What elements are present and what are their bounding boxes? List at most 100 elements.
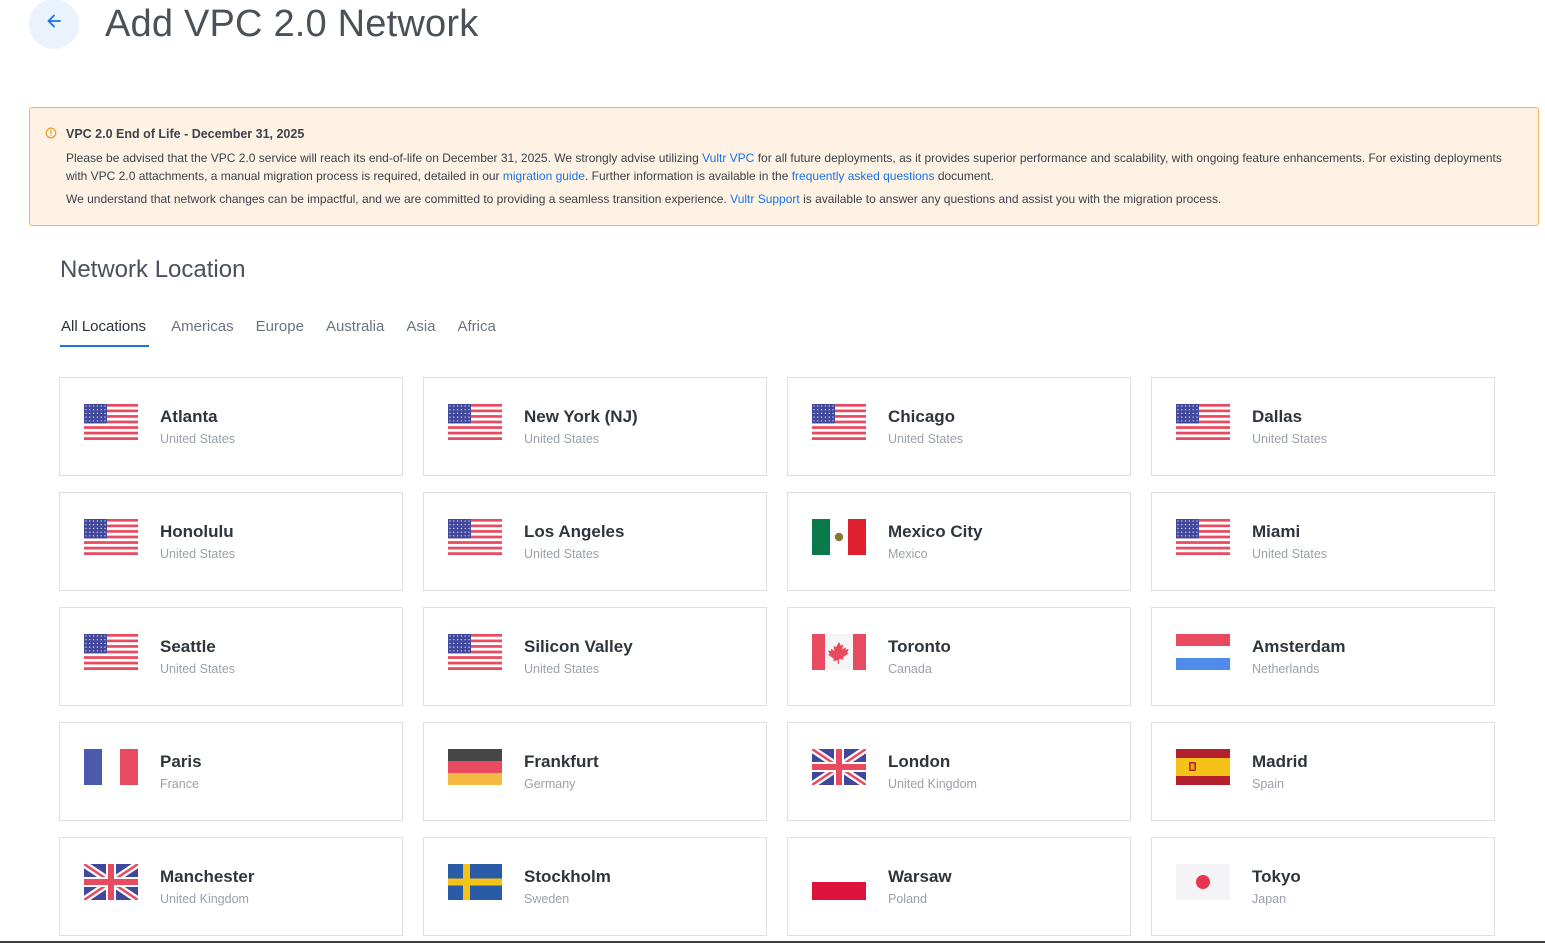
location-card-dallas[interactable]: Dallas United States (1151, 377, 1495, 476)
section-title: Network Location (60, 256, 246, 283)
location-country: United States (1252, 432, 1328, 446)
location-card-frankfurt[interactable]: Frankfurt Germany (423, 722, 767, 821)
location-city: Paris (160, 752, 202, 771)
location-country: United Kingdom (888, 777, 977, 791)
location-country: United Kingdom (160, 892, 249, 906)
location-card-amsterdam[interactable]: Amsterdam Netherlands (1151, 607, 1495, 706)
eol-notice-banner: VPC 2.0 End of Life - December 31, 2025 … (29, 107, 1539, 226)
location-country: Sweden (524, 892, 570, 906)
uk-flag-icon (84, 864, 138, 900)
location-grid: Atlanta United States New York (NJ) United … (59, 377, 1495, 936)
location-city: New York (NJ) (524, 407, 638, 426)
canada-flag-icon (812, 634, 866, 670)
poland-flag-icon (812, 864, 866, 900)
location-country: Spain (1252, 777, 1284, 791)
location-card-honolulu[interactable]: Honolulu United States (59, 492, 403, 591)
tab-americas[interactable]: Americas (171, 312, 234, 340)
us-flag-icon (448, 519, 502, 555)
us-flag-icon (84, 404, 138, 440)
page: Add VPC 2.0 Network VPC 2.0 End of Life … (0, 0, 1545, 943)
location-city: Honolulu (160, 522, 234, 541)
us-flag-icon (84, 519, 138, 555)
notice-text: We understand that network changes can b… (66, 192, 731, 206)
location-country: Germany (524, 777, 576, 791)
location-card-paris[interactable]: Paris France (59, 722, 403, 821)
location-card-mexico-city[interactable]: Mexico City Mexico (787, 492, 1131, 591)
location-city: Manchester (160, 867, 255, 886)
netherlands-flag-icon (1176, 634, 1230, 670)
japan-flag-icon (1176, 864, 1230, 900)
page-header: Add VPC 2.0 Network (29, 0, 478, 50)
location-city: Toronto (888, 637, 951, 656)
vultr-support-link[interactable]: Vultr Support (730, 192, 800, 206)
back-button[interactable] (29, 0, 79, 49)
info-circle-icon (45, 126, 57, 139)
location-country: United States (160, 662, 236, 676)
location-city: Madrid (1252, 752, 1308, 771)
spain-flag-icon (1176, 749, 1230, 785)
tab-asia[interactable]: Asia (406, 312, 435, 340)
location-card-new-york-nj[interactable]: New York (NJ) United States (423, 377, 767, 476)
location-card-silicon-valley[interactable]: Silicon Valley United States (423, 607, 767, 706)
location-country: Japan (1252, 892, 1287, 906)
location-card-seattle[interactable]: Seattle United States (59, 607, 403, 706)
location-card-stockholm[interactable]: Stockholm Sweden (423, 837, 767, 936)
location-card-chicago[interactable]: Chicago United States (787, 377, 1131, 476)
location-country: United States (160, 432, 236, 446)
location-country: Mexico (888, 547, 928, 561)
location-city: Chicago (888, 407, 956, 426)
us-flag-icon (1176, 404, 1230, 440)
notice-title: VPC 2.0 End of Life - December 31, 2025 (66, 127, 305, 141)
location-country: Netherlands (1252, 662, 1320, 676)
location-card-madrid[interactable]: Madrid Spain (1151, 722, 1495, 821)
notice-text: document. (934, 169, 994, 183)
location-country: United States (524, 547, 600, 561)
location-city: Los Angeles (524, 522, 625, 541)
us-flag-icon (448, 404, 502, 440)
location-card-tokyo[interactable]: Tokyo Japan (1151, 837, 1495, 936)
location-city: Stockholm (524, 867, 611, 886)
location-city: London (888, 752, 951, 771)
location-city: Atlanta (160, 407, 218, 426)
location-card-atlanta[interactable]: Atlanta United States (59, 377, 403, 476)
tab-africa[interactable]: Africa (458, 312, 496, 340)
location-card-toronto[interactable]: Toronto Canada (787, 607, 1131, 706)
migration-guide-link[interactable]: migration guide (503, 169, 585, 183)
location-city: Warsaw (888, 867, 952, 886)
tab-australia[interactable]: Australia (326, 312, 384, 340)
location-card-miami[interactable]: Miami United States (1151, 492, 1495, 591)
us-flag-icon (448, 634, 502, 670)
location-city: Silicon Valley (524, 637, 633, 656)
tab-europe[interactable]: Europe (256, 312, 304, 340)
us-flag-icon (1176, 519, 1230, 555)
uk-flag-icon (812, 749, 866, 785)
location-country: United States (524, 432, 600, 446)
location-country: United States (524, 662, 600, 676)
notice-text: Please be advised that the VPC 2.0 servi… (66, 151, 703, 165)
germany-flag-icon (448, 749, 502, 785)
notice-paragraph-2: We understand that network changes can b… (66, 190, 1522, 208)
location-city: Miami (1252, 522, 1301, 541)
location-country: Canada (888, 662, 932, 676)
arrow-left-icon (44, 11, 64, 36)
location-card-warsaw[interactable]: Warsaw Poland (787, 837, 1131, 936)
tab-all-locations[interactable]: All Locations (60, 312, 150, 347)
location-city: Amsterdam (1252, 637, 1346, 656)
location-country: United States (888, 432, 964, 446)
sweden-flag-icon (448, 864, 502, 900)
location-country: Poland (888, 892, 927, 906)
faq-link[interactable]: frequently asked questions (792, 169, 935, 183)
location-card-manchester[interactable]: Manchester United Kingdom (59, 837, 403, 936)
location-card-london[interactable]: London United Kingdom (787, 722, 1131, 821)
france-flag-icon (84, 749, 138, 785)
notice-text: is available to answer any questions and… (799, 192, 1222, 206)
location-card-los-angeles[interactable]: Los Angeles United States (423, 492, 767, 591)
location-city: Mexico City (888, 522, 983, 541)
location-city: Seattle (160, 637, 216, 656)
notice-text: . Further information is available in th… (584, 169, 792, 183)
notice-paragraph-1: Please be advised that the VPC 2.0 servi… (66, 149, 1522, 185)
vultr-vpc-link[interactable]: Vultr VPC (702, 151, 754, 165)
location-country: United States (160, 547, 236, 561)
location-country: France (160, 777, 199, 791)
location-city: Tokyo (1252, 867, 1301, 886)
